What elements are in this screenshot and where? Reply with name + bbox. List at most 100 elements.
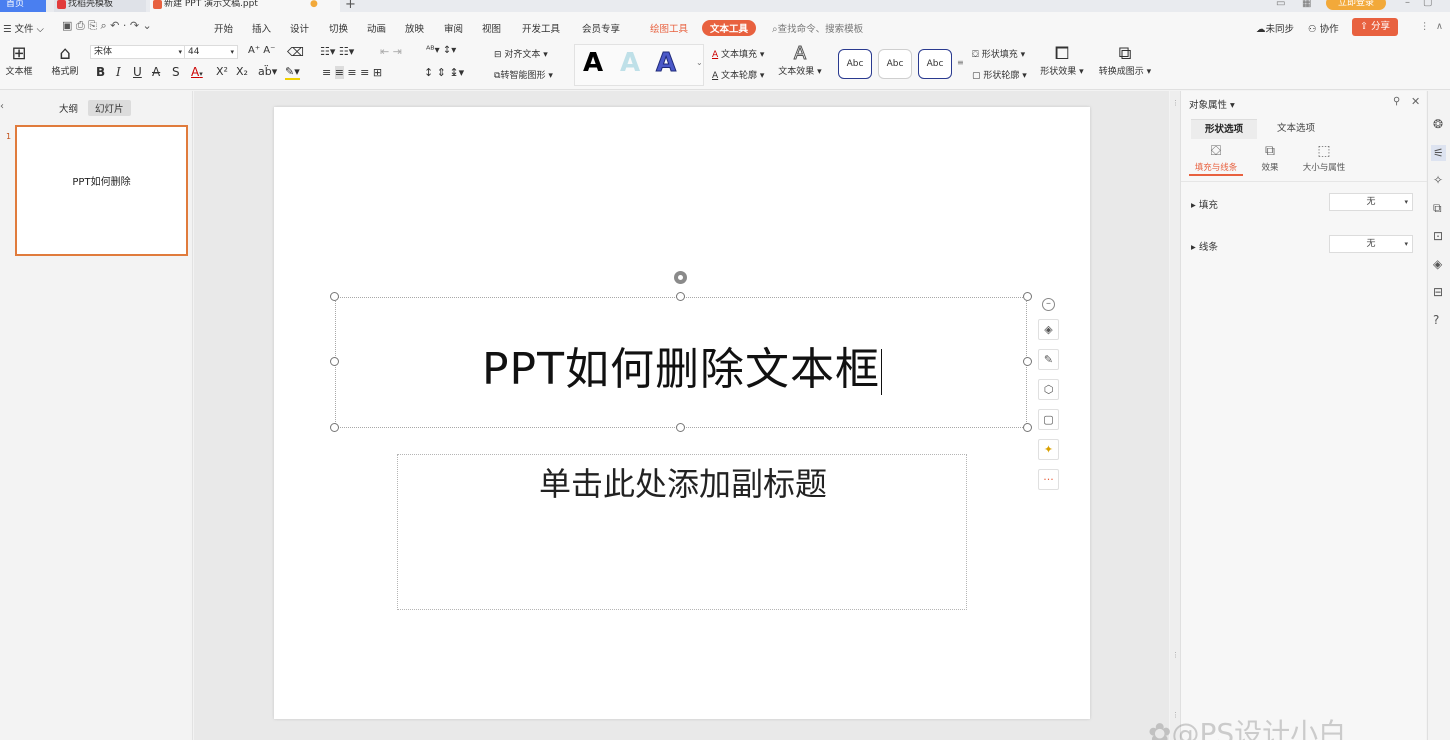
resize-handle[interactable] (330, 423, 339, 432)
subtab-fill-line[interactable]: ⛋ 填充与线条 (1189, 143, 1243, 176)
tab-document[interactable]: 新建 PPT 演示文稿.ppt ● (150, 0, 340, 12)
italic-button[interactable]: I (116, 65, 121, 79)
text-style-black[interactable]: A (583, 48, 603, 78)
resize-handle[interactable] (676, 292, 685, 301)
image-icon[interactable]: ⊡ (1433, 229, 1443, 243)
bold-button[interactable]: B (96, 65, 105, 79)
convert-diagram-button[interactable]: ⧉ 转换成图示 ▾ (1096, 44, 1154, 78)
font-name-select[interactable]: 宋体 ▾ (90, 45, 186, 59)
shape-style-expand-icon[interactable]: ≡ (957, 58, 964, 67)
slide-title[interactable]: PPT如何删除文本框 (336, 333, 1028, 397)
line-section-toggle[interactable]: ▸ 线条 (1191, 239, 1218, 253)
underline-button[interactable]: U (133, 65, 142, 79)
font-grow-shrink-icons[interactable]: A⁺ A⁻ (248, 45, 275, 56)
vertical-scrollbar[interactable]: ⋮ ⋮ ⋮ (1170, 91, 1180, 740)
menu-slideshow[interactable]: 放映 (405, 21, 424, 35)
text-style-blue[interactable]: A (655, 48, 676, 79)
smart-shape-button[interactable]: ⧉转智能图形 ▾ (494, 68, 553, 81)
pen-icon[interactable]: ✎ (1038, 349, 1059, 370)
more-menu-icon[interactable]: ⋮ (1420, 21, 1430, 32)
collapse-icon[interactable]: – (1042, 298, 1055, 311)
resize-handle[interactable] (330, 292, 339, 301)
shadow-button[interactable]: S (172, 65, 180, 79)
phonetic-icon[interactable]: ab̈▾ (258, 65, 277, 78)
tab-slides[interactable]: 幻灯片 (88, 100, 131, 116)
lightbulb-icon[interactable]: ✦ (1038, 439, 1059, 460)
text-outline-button[interactable]: A 文本轮廓 ▾ (712, 68, 764, 81)
menu-member[interactable]: 会员专享 (582, 21, 620, 35)
tab-outline[interactable]: 大纲 (52, 100, 85, 116)
text-effect-button[interactable]: A 文本效果 ▾ (776, 43, 824, 77)
transition-icon[interactable]: ⧉ (1433, 201, 1442, 216)
tab-template[interactable]: 找稻壳模板 (54, 0, 146, 12)
paragraph-align-icons[interactable]: ≡ ≡ ≡ ≡ ⊞ (322, 66, 382, 79)
align-center-icon[interactable]: ≡ (334, 66, 344, 79)
shape-style-2[interactable]: Abc (878, 49, 912, 79)
menu-design[interactable]: 设计 (290, 21, 309, 35)
resize-handle[interactable] (330, 357, 339, 366)
shape-outline-button[interactable]: ▢ 形状轮廓 ▾ (972, 68, 1027, 81)
text-style-light[interactable]: A (620, 48, 640, 78)
more-options-icon[interactable]: ··· (1038, 469, 1059, 490)
layout-icon[interactable]: ▭ (1276, 0, 1285, 9)
fill-icon[interactable]: ⬡ (1038, 379, 1059, 400)
add-tab-button[interactable]: + (345, 0, 356, 12)
strikethrough-button[interactable]: A (152, 65, 160, 79)
highlight-icon[interactable]: ✎▾ (285, 65, 300, 80)
properties-icon[interactable]: ⚟ (1431, 145, 1446, 161)
menu-developer[interactable]: 开发工具 (522, 21, 560, 35)
shape-style-1[interactable]: Abc (838, 49, 872, 79)
subtitle-placeholder[interactable]: 单击此处添加副标题 (397, 454, 967, 610)
tab-shape-options[interactable]: 形状选项 (1191, 119, 1258, 139)
textbox-button[interactable]: ⊞ 文本框 (0, 44, 38, 78)
text-fill-button[interactable]: A 文本填充 ▾ (712, 47, 764, 60)
bullet-list-icon[interactable]: ☷▾ ☷▾ (320, 45, 354, 58)
rotate-handle[interactable] (674, 271, 687, 284)
layers-icon[interactable]: ◈ (1038, 319, 1059, 340)
scroll-grip-icon[interactable]: ⋮ (1172, 651, 1179, 659)
menu-review[interactable]: 审阅 (444, 21, 463, 35)
indent-icons[interactable]: ⇤ ⇥ (380, 45, 402, 58)
font-color-button[interactable]: A▾ (191, 65, 203, 79)
resize-handle[interactable] (1023, 292, 1032, 301)
panel-title[interactable]: 对象属性 ▾ (1189, 97, 1235, 111)
menu-insert[interactable]: 插入 (252, 21, 271, 35)
pin-icon[interactable]: ⚲ (1393, 96, 1400, 107)
menu-view[interactable]: 视图 (482, 21, 501, 35)
login-button[interactable]: 立即登录 (1326, 0, 1386, 10)
menu-transition[interactable]: 切换 (329, 21, 348, 35)
resize-handle[interactable] (1023, 357, 1032, 366)
align-text-button[interactable]: ⊟ 对齐文本 ▾ (494, 47, 548, 60)
resize-handle[interactable] (1023, 423, 1032, 432)
tab-text-options[interactable]: 文本选项 (1263, 119, 1329, 139)
shape-style-3[interactable]: Abc (918, 49, 952, 79)
book-icon[interactable]: ⊟ (1433, 285, 1443, 299)
menu-file[interactable]: ☰ 文件 ⌵ (3, 21, 44, 35)
text-direction-icon[interactable]: ᴬᴮ▾ ↕▾ (426, 45, 456, 56)
animation-icon[interactable]: ✧ (1433, 173, 1443, 187)
slide[interactable]: PPT如何删除文本框 单击此处添加副标题 (274, 107, 1090, 719)
close-icon[interactable]: ✕ (1411, 95, 1420, 108)
share-button[interactable]: ⇪ 分享 (1352, 18, 1398, 36)
subtab-effect[interactable]: ⧉ 效果 (1243, 143, 1297, 173)
minimize-icon[interactable]: – (1405, 0, 1410, 8)
grid-icon[interactable]: ▦ (1302, 0, 1311, 9)
subscript-button[interactable]: X₂ (236, 65, 248, 78)
slide-thumbnail[interactable]: PPT如何删除 (15, 125, 188, 256)
menu-draw-tools[interactable]: 绘图工具 (650, 21, 688, 35)
gallery-expand-icon[interactable]: ⌄ (696, 58, 703, 67)
menu-start[interactable]: 开始 (214, 21, 233, 35)
shape-effect-button[interactable]: ⧠ 形状效果 ▾ (1036, 44, 1088, 78)
collapse-ribbon-icon[interactable]: ∧ (1436, 21, 1443, 32)
shape-icon[interactable]: ◈ (1433, 257, 1442, 271)
resize-handle[interactable] (676, 423, 685, 432)
superscript-button[interactable]: X² (216, 65, 228, 78)
fill-section-toggle[interactable]: ▸ 填充 (1191, 197, 1218, 211)
collapse-panel-icon[interactable]: ‹ (0, 101, 4, 112)
clear-format-icon[interactable]: ⌫ (287, 45, 304, 59)
title-textbox[interactable]: PPT如何删除文本框 (335, 297, 1027, 428)
line-spacing-icons[interactable]: ↕ ⇕ ↨▾ (424, 66, 464, 79)
style-icon[interactable]: ❂ (1433, 117, 1443, 131)
command-search[interactable]: ⌕查找命令、搜索模板 (772, 21, 863, 35)
help-icon[interactable]: ? (1433, 313, 1439, 327)
